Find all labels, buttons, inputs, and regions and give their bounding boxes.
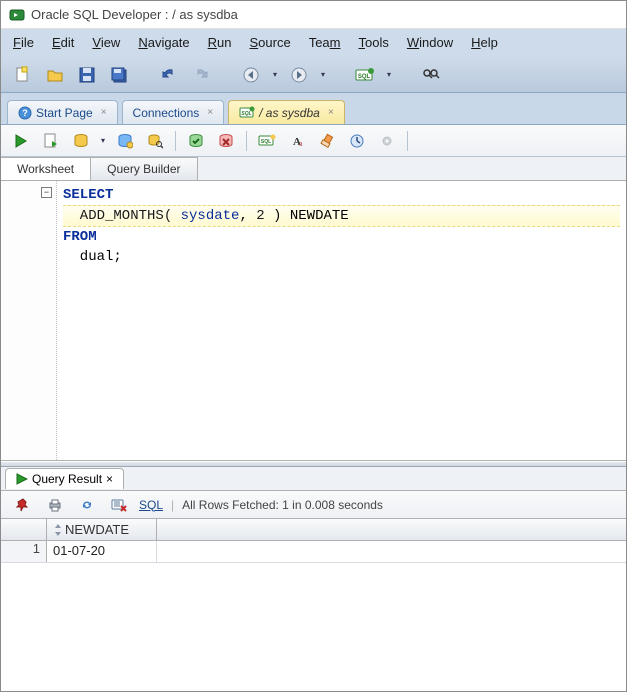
editor-gutter: − [1,181,57,460]
worksheet-icon: SQL [239,106,255,120]
sort-icon [53,524,63,536]
app-icon [9,7,25,23]
editor-area: − SELECT ADD_MONTHS( sysdate, 2 ) NEWDAT… [1,181,626,461]
nav-forward-dropdown[interactable]: ▾ [319,70,327,79]
settings-button[interactable] [375,129,399,153]
db-search-button[interactable] [143,129,167,153]
fold-collapse-icon[interactable]: − [41,187,52,198]
tab-connections[interactable]: Connections × [122,100,225,124]
save-all-button[interactable] [107,63,131,87]
redo-button[interactable] [189,63,213,87]
sql-keyword: FROM [63,229,97,245]
tab-label: Start Page [36,106,93,120]
column-header-newdate[interactable]: NEWDATE [47,519,157,540]
sql-link[interactable]: SQL [139,498,163,512]
save-button[interactable] [75,63,99,87]
row-number: 1 [1,541,47,562]
sql-text: ADD_MONTHS( [63,208,181,224]
format-button[interactable]: Aa [285,129,309,153]
commit-button[interactable] [184,129,208,153]
sql-identifier: sysdate [181,208,240,224]
sql-editor[interactable]: SELECT ADD_MONTHS( sysdate, 2 ) NEWDATE … [57,181,626,460]
sheet-tabs: Worksheet Query Builder [1,157,626,181]
table-row[interactable]: 1 01-07-20 [1,541,626,563]
result-grid: NEWDATE 1 01-07-20 [1,519,626,563]
sql-text: ) NEWDATE [265,208,349,224]
autotrace-button[interactable] [113,129,137,153]
menu-file[interactable]: File [13,35,34,50]
undo-button[interactable] [157,63,181,87]
worksheet-toolbar: ▾ SQL Aa [1,125,626,157]
row-number-header [1,519,47,540]
fetch-status: All Rows Fetched: 1 in 0.008 seconds [182,498,383,512]
column-label: NEWDATE [65,522,129,537]
sql-text: , [239,208,256,224]
result-toolbar: SQL | All Rows Fetched: 1 in 0.008 secon… [1,491,626,519]
sql-text: dual; [63,249,122,265]
close-icon[interactable]: × [328,107,334,118]
run-script-button[interactable] [39,129,63,153]
window-title: Oracle SQL Developer : / as sysdba [31,7,238,22]
tab-label: / as sysdba [259,106,320,120]
title-bar: Oracle SQL Developer : / as sysdba [1,1,626,29]
svg-text:a: a [299,139,303,148]
clear-button[interactable] [315,129,339,153]
menu-tools[interactable]: Tools [359,35,389,50]
new-button[interactable] [11,63,35,87]
find-button[interactable] [419,63,443,87]
tab-query-builder[interactable]: Query Builder [91,157,197,180]
explain-dropdown[interactable]: ▾ [99,136,107,145]
svg-text:SQL: SQL [241,111,251,117]
open-button[interactable] [43,63,67,87]
nav-back-dropdown[interactable]: ▾ [271,70,279,79]
delete-button[interactable] [107,493,131,517]
close-icon[interactable]: × [106,472,113,486]
rollback-button[interactable] [214,129,238,153]
help-icon: ? [18,106,32,120]
tab-as-sysdba[interactable]: SQL / as sysdba × [228,100,345,124]
menu-navigate[interactable]: Navigate [138,35,189,50]
unshared-worksheet-button[interactable]: SQL [255,129,279,153]
close-icon[interactable]: × [207,107,213,118]
menu-window[interactable]: Window [407,35,453,50]
document-tabs: ? Start Page × Connections × SQL / as sy… [1,93,626,125]
refresh-button[interactable] [75,493,99,517]
run-statement-button[interactable] [9,129,33,153]
tab-start-page[interactable]: ? Start Page × [7,100,118,124]
tab-label: Connections [133,106,200,120]
result-tabs: Query Result × [1,467,626,491]
history-button[interactable] [345,129,369,153]
print-button[interactable] [43,493,67,517]
menu-run[interactable]: Run [208,35,232,50]
main-toolbar: ▾ ▾ SQL ▾ [1,57,626,93]
menu-team[interactable]: Team [309,35,341,50]
menu-source[interactable]: Source [250,35,291,50]
result-tab-label: Query Result [32,472,102,486]
close-icon[interactable]: × [101,107,107,118]
tab-worksheet[interactable]: Worksheet [1,157,91,180]
sql-keyword: SELECT [63,187,113,203]
svg-text:SQL: SQL [261,139,271,145]
menu-view[interactable]: View [92,35,120,50]
sql-worksheet-dropdown[interactable]: ▾ [385,70,393,79]
menu-bar: File Edit View Navigate Run Source Team … [1,29,626,57]
grid-header: NEWDATE [1,519,626,541]
pin-button[interactable] [11,493,35,517]
svg-text:SQL: SQL [358,74,371,80]
explain-plan-button[interactable] [69,129,93,153]
nav-forward-button[interactable] [287,63,311,87]
cell-newdate: 01-07-20 [47,541,157,562]
nav-back-button[interactable] [239,63,263,87]
sql-number: 2 [256,208,264,224]
tab-query-result[interactable]: Query Result × [5,468,124,489]
play-icon [16,473,28,485]
menu-edit[interactable]: Edit [52,35,74,50]
svg-text:?: ? [22,108,28,118]
sql-worksheet-button[interactable]: SQL [353,63,377,87]
menu-help[interactable]: Help [471,35,498,50]
